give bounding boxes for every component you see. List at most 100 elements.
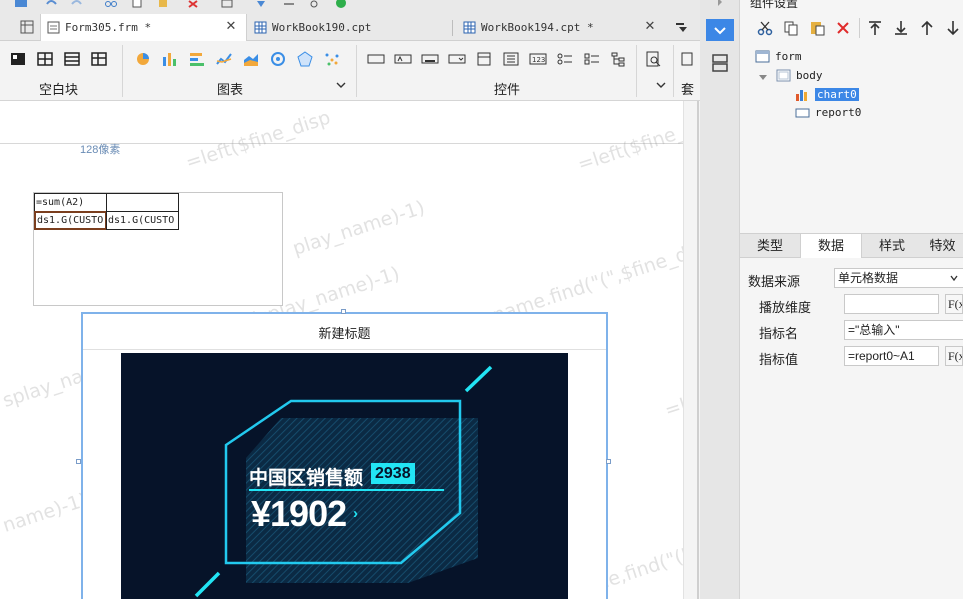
tab-data[interactable]: 数据 — [800, 234, 862, 258]
move-up-icon[interactable] — [919, 20, 935, 36]
delete-icon[interactable] — [835, 20, 851, 36]
button-widget-icon[interactable] — [421, 51, 439, 67]
radar-chart-icon[interactable] — [296, 51, 314, 67]
tab-label: WorkBook194.cpt * — [481, 21, 594, 34]
tab-label: WorkBook190.cpt — [272, 21, 372, 34]
cut-icon[interactable] — [757, 20, 773, 36]
date-widget-icon[interactable] — [475, 51, 493, 67]
close-tab-icon[interactable]: ✕ — [643, 20, 657, 34]
redo-icon[interactable] — [70, 0, 84, 8]
report-cell-a2[interactable]: ds1.G(CUSTO — [34, 211, 107, 230]
cut-icon[interactable] — [104, 0, 118, 8]
kpi-label: 中国区销售额 — [249, 468, 364, 489]
document-tab-bar: Form305.frm * ✕ WorkBook190.cpt WorkBook… — [0, 14, 700, 41]
panel-title: 组件设置 — [750, 0, 799, 10]
gauge-chart-icon[interactable] — [269, 51, 287, 67]
undo-icon[interactable] — [44, 0, 58, 8]
copy-icon[interactable] — [783, 20, 799, 36]
checkbox-group-widget-icon[interactable] — [583, 51, 601, 67]
area-chart-icon[interactable] — [242, 51, 260, 67]
workbook-file-icon — [463, 21, 476, 34]
ribbon-group-label: 空白块 — [39, 82, 79, 97]
move-down-icon[interactable] — [945, 20, 961, 36]
component-settings-panel: 组件设置 form body chart0 report0 类型 数据 样式 特… — [740, 0, 963, 599]
chart-node-icon — [796, 90, 807, 101]
play-dimension-input[interactable] — [844, 294, 939, 314]
tab-workbook194[interactable]: WorkBook194.cpt * ✕ — [457, 14, 665, 41]
close-tab-icon[interactable]: ✕ — [224, 20, 238, 34]
tree-node-label: body — [796, 69, 823, 82]
resize-handle-top[interactable] — [341, 309, 346, 314]
data-source-select[interactable]: 单元格数据 — [834, 268, 963, 288]
chevron-down-icon[interactable] — [656, 81, 666, 89]
component-settings-icon[interactable] — [706, 19, 734, 41]
delete-icon[interactable] — [186, 0, 200, 8]
watermark-text: =left($fine_d — [575, 116, 700, 176]
report-widget[interactable]: =sum(A2) ds1.G(CUSTO ds1.G(CUSTO — [33, 192, 283, 306]
check-icon[interactable] — [334, 0, 348, 8]
tab-workbook190[interactable]: WorkBook190.cpt — [248, 14, 453, 41]
label-widget-icon[interactable] — [367, 51, 385, 67]
svg-text:123: 123 — [532, 56, 545, 64]
tree-node-form[interactable]: form — [755, 50, 802, 63]
combobox-widget-icon[interactable] — [448, 51, 466, 67]
tree-widget-icon[interactable] — [610, 51, 628, 67]
copy-icon[interactable] — [130, 0, 144, 8]
tab-form305[interactable]: Form305.frm * ✕ — [40, 14, 247, 41]
split-layout-icon[interactable] — [36, 51, 54, 67]
form-design-canvas[interactable]: 128像素 =left($fine_disp =left($fine_d pla… — [0, 101, 700, 599]
chart-widget[interactable]: 新建标题 中国区销售额 2938 ¥1902 › — [81, 312, 608, 599]
tab-style[interactable]: 样式 — [862, 234, 922, 258]
pie-chart-icon[interactable] — [134, 51, 152, 67]
report-cell-b1[interactable] — [106, 193, 179, 212]
report-cell-b2[interactable]: ds1.G(CUSTO — [106, 211, 179, 230]
play-dimension-formula-button[interactable]: F(x) — [945, 294, 963, 314]
grid-menu-icon[interactable] — [20, 20, 34, 34]
move-to-top-icon[interactable] — [867, 20, 883, 36]
menu-icon[interactable] — [14, 0, 28, 8]
tree-node-label: form — [775, 50, 802, 63]
metric-value-label: 指标值 — [759, 352, 799, 367]
number-widget-icon[interactable]: 123 — [529, 51, 547, 67]
report-cell-a1[interactable]: =sum(A2) — [34, 193, 107, 212]
bar-chart-icon[interactable] — [188, 51, 206, 67]
metric-value-input[interactable]: =report0~A1 — [844, 346, 939, 366]
tab-type[interactable]: 类型 — [740, 234, 800, 258]
tab-list-dropdown-icon[interactable] — [675, 21, 689, 33]
search-widget-icon[interactable] — [645, 51, 663, 67]
text-widget-icon[interactable] — [394, 51, 412, 67]
list-widget-icon[interactable] — [502, 51, 520, 67]
template-icon[interactable] — [680, 51, 694, 67]
tree-node-body[interactable]: body — [776, 69, 823, 82]
tree-node-chart0[interactable]: chart0 — [795, 88, 859, 101]
metric-name-input[interactable]: ="总输入" — [844, 320, 963, 340]
body-node-icon — [776, 69, 791, 82]
collapse-arrow-icon[interactable] — [759, 73, 767, 81]
tree-node-report0[interactable]: report0 — [795, 106, 861, 119]
chart-title[interactable]: 新建标题 — [83, 323, 606, 342]
ribbon-group-label: 图表 — [217, 82, 244, 97]
data-source-value: 单元格数据 — [838, 271, 899, 285]
arrow-right-icon[interactable] — [716, 0, 724, 6]
line-chart-icon[interactable] — [215, 51, 233, 67]
radio-group-widget-icon[interactable] — [556, 51, 574, 67]
metric-value-formula-button[interactable]: F(x) — [945, 346, 963, 366]
search-preview-icon[interactable] — [308, 0, 322, 8]
scatter-chart-icon[interactable] — [323, 51, 341, 67]
location-icon[interactable] — [254, 0, 268, 8]
resize-handle-left[interactable] — [76, 459, 81, 464]
tab-layout-icon[interactable] — [63, 51, 81, 67]
preview-icon[interactable] — [220, 0, 234, 8]
resize-handle-right[interactable] — [606, 459, 611, 464]
move-to-bottom-icon[interactable] — [893, 20, 909, 36]
grid-layout-icon[interactable] — [90, 51, 108, 67]
column-chart-icon[interactable] — [161, 51, 179, 67]
tab-effects[interactable]: 特效 — [922, 234, 963, 258]
layout-settings-icon[interactable] — [706, 52, 734, 74]
chevron-down-icon[interactable] — [336, 81, 346, 89]
kpi-card-chart[interactable]: 中国区销售额 2938 ¥1902 › — [121, 353, 568, 599]
forward-icon[interactable] — [282, 0, 296, 8]
paste-icon[interactable] — [156, 0, 170, 8]
paste-icon[interactable] — [809, 20, 825, 36]
absolute-layout-icon[interactable] — [9, 51, 27, 67]
